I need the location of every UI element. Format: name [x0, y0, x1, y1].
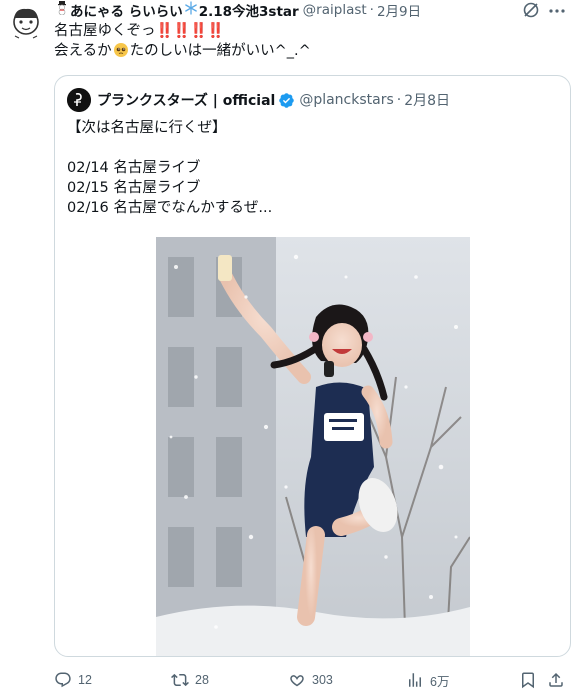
quoted-author-avatar[interactable]	[67, 88, 91, 112]
share-icon	[549, 672, 563, 687]
snowman-emoji-icon	[55, 1, 69, 19]
reply-count: 12	[78, 673, 92, 687]
quoted-tweet-photo[interactable]	[156, 237, 470, 656]
more-icon[interactable]	[547, 1, 567, 21]
tweet-date[interactable]: 2月9日	[377, 0, 421, 20]
views-icon	[409, 673, 421, 687]
quoted-line: 02/15 名古屋ライブ	[67, 180, 201, 196]
tweet-line-1: 名古屋ゆくぞっ	[54, 23, 156, 39]
reply-icon	[55, 672, 71, 688]
header-separator: ·	[369, 2, 374, 18]
quoted-tweet-date[interactable]: 2月8日	[404, 90, 450, 110]
verified-badge-icon	[278, 92, 295, 109]
double-exclamation-emoji: ‼️‼️‼️‼️	[155, 23, 225, 39]
tweet-text: 名古屋ゆくぞっ‼️‼️‼️‼️ 会えるか たのしいは一緒がいい^_.^	[54, 21, 311, 61]
like-button[interactable]: 303	[288, 670, 333, 689]
tweet-line-2a: 会えるか	[54, 43, 112, 59]
quoted-blank-line	[67, 138, 272, 158]
quoted-tweet-text: 【次は名古屋に行くぜ】 02/14 名古屋ライブ 02/15 名古屋ライブ 02…	[67, 118, 272, 218]
retweet-button[interactable]: 28	[171, 670, 209, 689]
bookmark-button[interactable]	[519, 670, 543, 689]
reply-button[interactable]: 12	[54, 670, 92, 689]
quoted-line: 02/16 名古屋でなんかするぜ...	[67, 200, 273, 216]
quoted-header-separator: ·	[396, 92, 402, 108]
author-name[interactable]: あにゃる らいらい	[70, 0, 183, 20]
tweet-header: あにゃる らいらい 2.18今池3star @raiplast · 2月9日	[54, 0, 421, 20]
view-count: 6万	[430, 674, 450, 689]
quoted-tweet[interactable]: プランクスターズ | official @planckstars · 2月8日 …	[54, 75, 571, 657]
author-name-suffix[interactable]: 2.18今池3star	[199, 0, 299, 20]
tweet-actions: 12 28 303 6万	[54, 670, 571, 689]
quoted-tweet-header: プランクスターズ | official @planckstars · 2月8日	[67, 88, 450, 112]
snowflake-emoji-icon	[184, 1, 198, 19]
grok-icon[interactable]	[521, 0, 541, 20]
pleading-face-emoji-icon	[113, 41, 129, 61]
quoted-line: 02/14 名古屋ライブ	[67, 160, 201, 176]
quoted-author-handle[interactable]: @planckstars	[299, 92, 393, 108]
share-button[interactable]	[547, 670, 571, 689]
bookmark-icon	[522, 672, 534, 689]
retweet-count: 28	[195, 673, 209, 687]
heart-icon	[290, 675, 304, 687]
quoted-author-name[interactable]: プランクスターズ | official	[97, 90, 275, 110]
quoted-line: 【次は名古屋に行くぜ】	[67, 120, 227, 136]
like-count: 303	[312, 673, 333, 687]
tweet-line-2b: たのしいは一緒がいい^_.^	[129, 43, 311, 59]
retweet-icon	[171, 673, 189, 687]
views-button[interactable]: 6万	[406, 670, 449, 689]
author-avatar[interactable]	[6, 4, 46, 44]
author-handle[interactable]: @raiplast	[303, 2, 367, 18]
